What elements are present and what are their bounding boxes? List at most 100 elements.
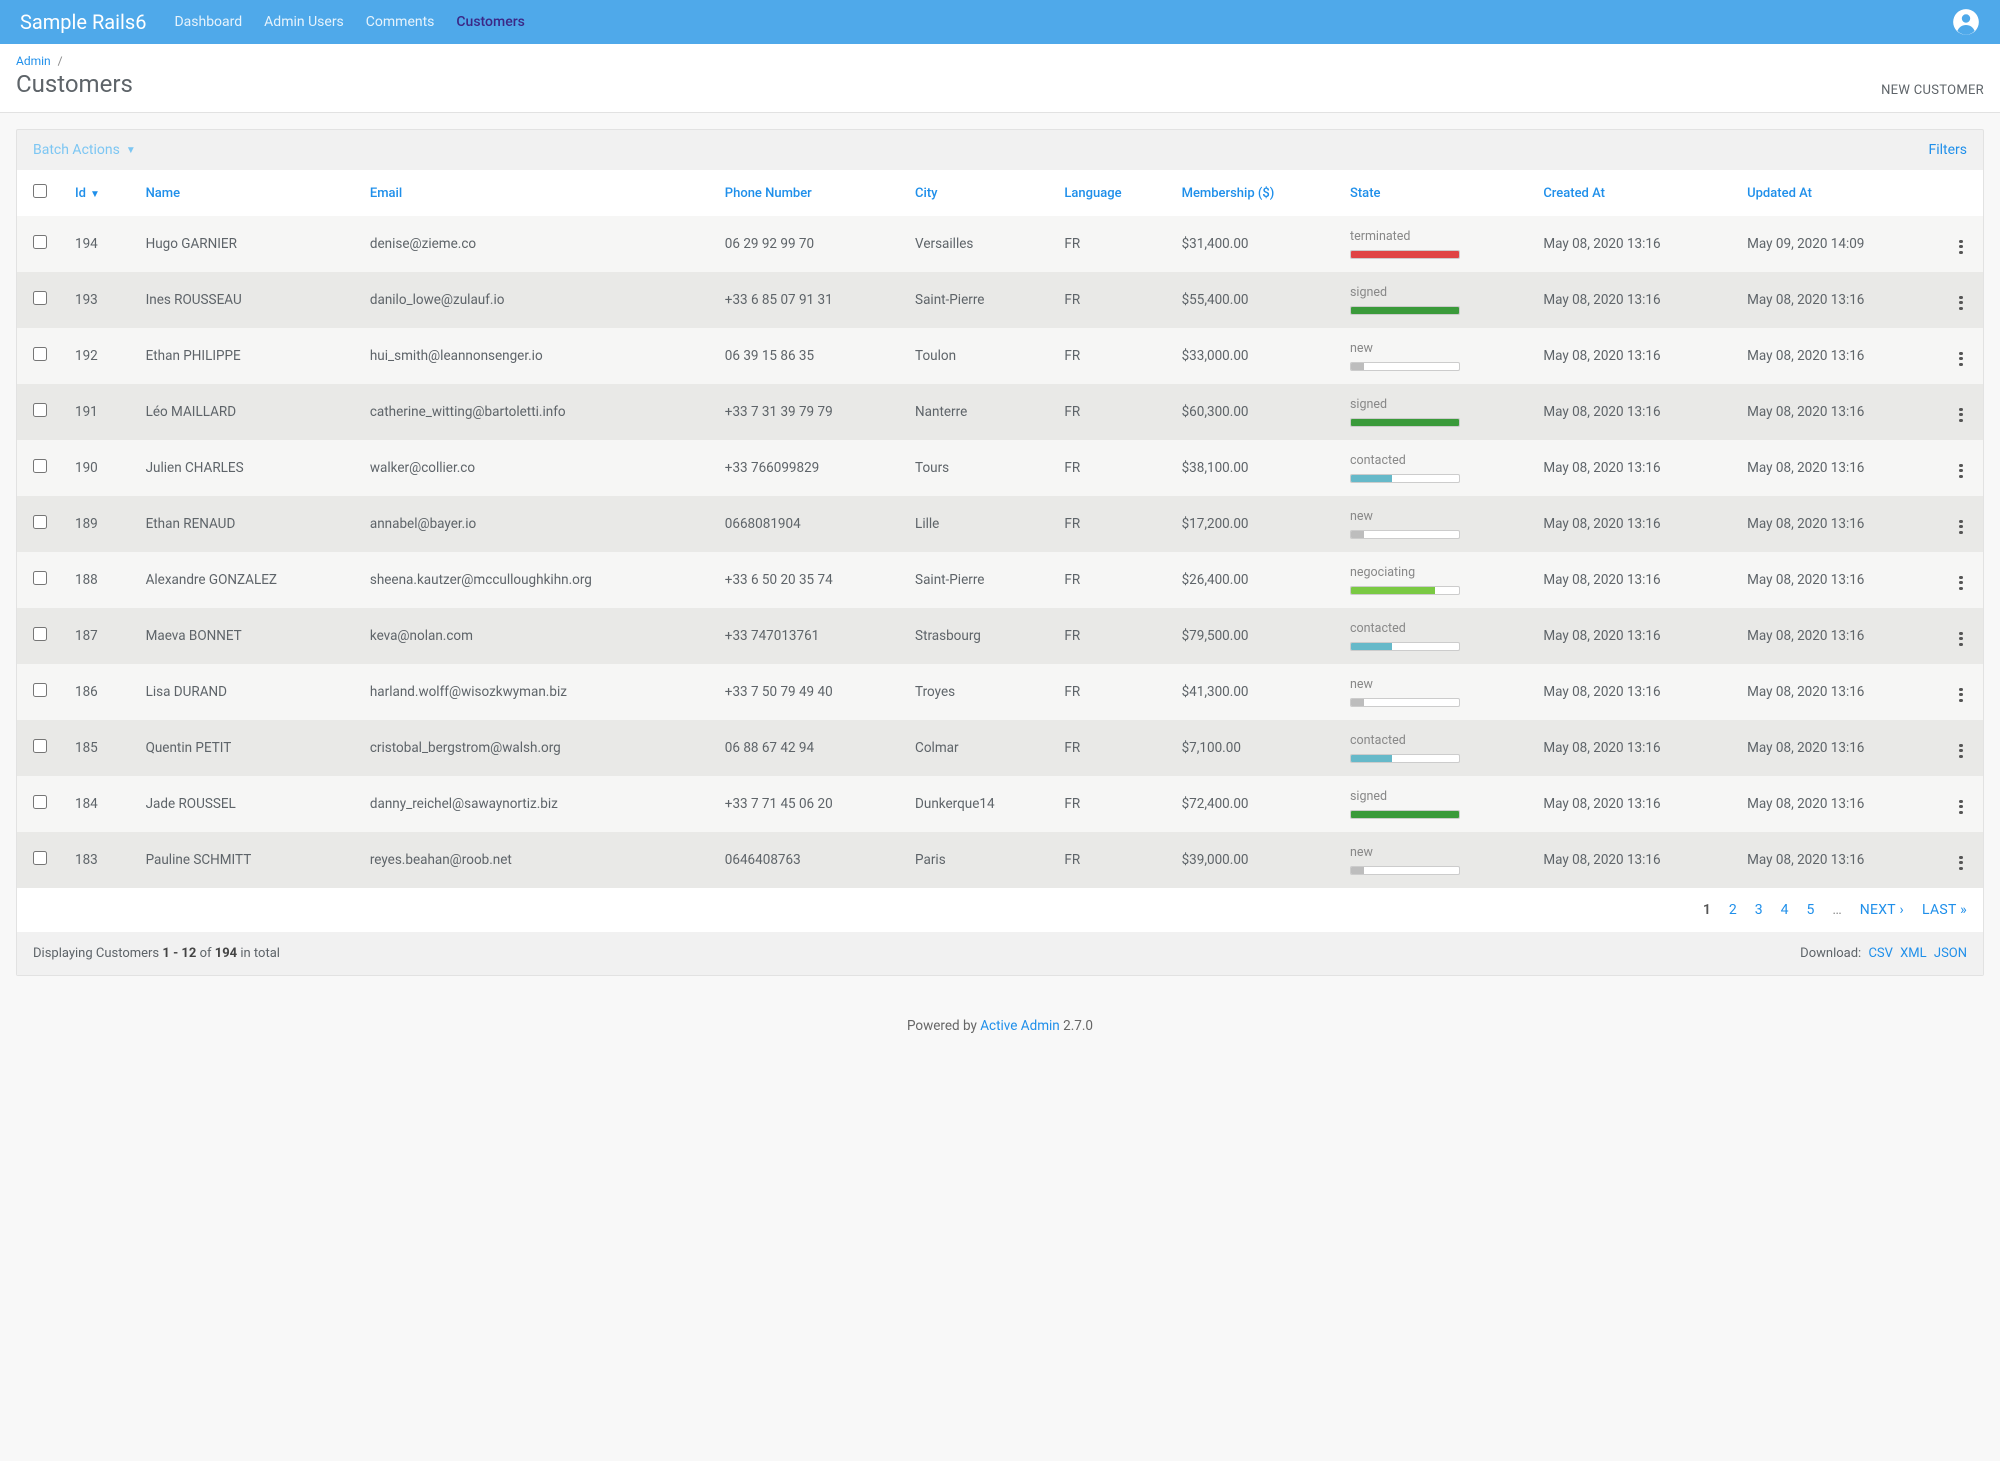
row-checkbox[interactable] xyxy=(33,627,47,641)
nav-admin-users[interactable]: Admin Users xyxy=(264,14,344,30)
col-language[interactable]: Language xyxy=(1052,170,1169,216)
row-checkbox[interactable] xyxy=(33,851,47,865)
nav-customers[interactable]: Customers xyxy=(456,14,524,30)
row-actions-kebab-icon[interactable] xyxy=(1953,741,1969,761)
row-actions-kebab-icon[interactable] xyxy=(1953,797,1969,817)
user-avatar-icon[interactable] xyxy=(1952,8,1980,36)
brand[interactable]: Sample Rails6 xyxy=(20,10,146,34)
cell-created-at: May 08, 2020 13:16 xyxy=(1531,552,1735,608)
row-checkbox[interactable] xyxy=(33,739,47,753)
row-actions-kebab-icon[interactable] xyxy=(1953,461,1969,481)
cell-city: Tours xyxy=(903,440,1052,496)
row-checkbox[interactable] xyxy=(33,459,47,473)
table-row[interactable]: 188Alexandre GONZALEZsheena.kautzer@mccu… xyxy=(17,552,1983,608)
cell-city: Colmar xyxy=(903,720,1052,776)
row-checkbox[interactable] xyxy=(33,235,47,249)
table-row[interactable]: 183Pauline SCHMITTreyes.beahan@roob.net0… xyxy=(17,832,1983,888)
cell-id: 184 xyxy=(63,776,134,832)
download-json[interactable]: JSON xyxy=(1934,946,1967,961)
state-bar xyxy=(1350,642,1460,651)
cell-membership: $39,000.00 xyxy=(1170,832,1338,888)
col-updated-at[interactable]: Updated At xyxy=(1735,170,1939,216)
row-checkbox[interactable] xyxy=(33,403,47,417)
state-label: contacted xyxy=(1350,453,1519,468)
table-row[interactable]: 193Ines ROUSSEAUdanilo_lowe@zulauf.io+33… xyxy=(17,272,1983,328)
cell-created-at: May 08, 2020 13:16 xyxy=(1531,440,1735,496)
state-label: signed xyxy=(1350,397,1519,412)
cell-state: signed xyxy=(1338,776,1531,832)
col-membership[interactable]: Membership ($) xyxy=(1170,170,1338,216)
row-actions-kebab-icon[interactable] xyxy=(1953,629,1969,649)
cell-created-at: May 08, 2020 13:16 xyxy=(1531,832,1735,888)
cell-phone: +33 7 71 45 06 20 xyxy=(713,776,903,832)
row-actions-kebab-icon[interactable] xyxy=(1953,405,1969,425)
cell-language: FR xyxy=(1052,384,1169,440)
download-csv[interactable]: CSV xyxy=(1868,946,1892,961)
state-label: contacted xyxy=(1350,733,1519,748)
row-actions-kebab-icon[interactable] xyxy=(1953,237,1969,257)
page-3[interactable]: 3 xyxy=(1755,902,1763,918)
page-2[interactable]: 2 xyxy=(1729,902,1737,918)
cell-email: catherine_witting@bartoletti.info xyxy=(358,384,713,440)
cell-membership: $72,400.00 xyxy=(1170,776,1338,832)
breadcrumb-admin[interactable]: Admin xyxy=(16,54,51,68)
table-row[interactable]: 191Léo MAILLARDcatherine_witting@bartole… xyxy=(17,384,1983,440)
table-row[interactable]: 184Jade ROUSSELdanny_reichel@sawaynortiz… xyxy=(17,776,1983,832)
pagination: 1 2 3 4 5 … NEXT › LAST » xyxy=(17,888,1983,932)
cell-language: FR xyxy=(1052,496,1169,552)
row-actions-kebab-icon[interactable] xyxy=(1953,685,1969,705)
row-actions-kebab-icon[interactable] xyxy=(1953,517,1969,537)
panel-footer: Displaying Customers 1 - 12 of 194 in to… xyxy=(17,932,1983,975)
row-checkbox[interactable] xyxy=(33,571,47,585)
table-row[interactable]: 186Lisa DURANDharland.wolff@wisozkwyman.… xyxy=(17,664,1983,720)
batch-actions-dropdown[interactable]: Batch Actions ▼ xyxy=(33,142,136,158)
credit-link[interactable]: Active Admin xyxy=(980,1018,1060,1034)
row-checkbox[interactable] xyxy=(33,347,47,361)
state-label: signed xyxy=(1350,285,1519,300)
filters-link[interactable]: Filters xyxy=(1928,142,1967,158)
row-checkbox[interactable] xyxy=(33,515,47,529)
row-checkbox[interactable] xyxy=(33,683,47,697)
page-5[interactable]: 5 xyxy=(1806,902,1814,918)
cell-phone: 06 88 67 42 94 xyxy=(713,720,903,776)
state-label: new xyxy=(1350,677,1519,692)
row-actions-kebab-icon[interactable] xyxy=(1953,853,1969,873)
table-row[interactable]: 189Ethan RENAUDannabel@bayer.io066808190… xyxy=(17,496,1983,552)
page-next[interactable]: NEXT › xyxy=(1860,902,1904,918)
cell-membership: $41,300.00 xyxy=(1170,664,1338,720)
col-name[interactable]: Name xyxy=(134,170,358,216)
cell-updated-at: May 08, 2020 13:16 xyxy=(1735,496,1939,552)
row-actions-kebab-icon[interactable] xyxy=(1953,293,1969,313)
cell-membership: $55,400.00 xyxy=(1170,272,1338,328)
select-all-checkbox[interactable] xyxy=(33,184,47,198)
table-row[interactable]: 185Quentin PETITcristobal_bergstrom@wals… xyxy=(17,720,1983,776)
download-xml[interactable]: XML xyxy=(1900,946,1927,961)
page-last[interactable]: LAST » xyxy=(1922,902,1967,918)
table-row[interactable]: 192Ethan PHILIPPEhui_smith@leannonsenger… xyxy=(17,328,1983,384)
col-created-at[interactable]: Created At xyxy=(1531,170,1735,216)
col-phone[interactable]: Phone Number xyxy=(713,170,903,216)
col-id[interactable]: Id▼ xyxy=(63,170,134,216)
table-row[interactable]: 190Julien CHARLESwalker@collier.co+33 76… xyxy=(17,440,1983,496)
row-checkbox[interactable] xyxy=(33,291,47,305)
cell-id: 191 xyxy=(63,384,134,440)
new-customer-button[interactable]: NEW CUSTOMER xyxy=(1881,83,1984,98)
table-row[interactable]: 194Hugo GARNIERdenise@zieme.co06 29 92 9… xyxy=(17,216,1983,272)
cell-city: Lille xyxy=(903,496,1052,552)
cell-created-at: May 08, 2020 13:16 xyxy=(1531,608,1735,664)
page-4[interactable]: 4 xyxy=(1781,902,1789,918)
row-checkbox[interactable] xyxy=(33,795,47,809)
col-state[interactable]: State xyxy=(1338,170,1531,216)
nav-comments[interactable]: Comments xyxy=(366,14,435,30)
nav-dashboard[interactable]: Dashboard xyxy=(174,14,242,30)
row-actions-kebab-icon[interactable] xyxy=(1953,573,1969,593)
cell-updated-at: May 08, 2020 13:16 xyxy=(1735,664,1939,720)
cell-email: annabel@bayer.io xyxy=(358,496,713,552)
cell-updated-at: May 09, 2020 14:09 xyxy=(1735,216,1939,272)
col-email[interactable]: Email xyxy=(358,170,713,216)
table-row[interactable]: 187Maeva BONNETkeva@nolan.com+33 7470137… xyxy=(17,608,1983,664)
col-city[interactable]: City xyxy=(903,170,1052,216)
cell-id: 192 xyxy=(63,328,134,384)
download-links: Download: CSV XML JSON xyxy=(1800,946,1967,961)
row-actions-kebab-icon[interactable] xyxy=(1953,349,1969,369)
